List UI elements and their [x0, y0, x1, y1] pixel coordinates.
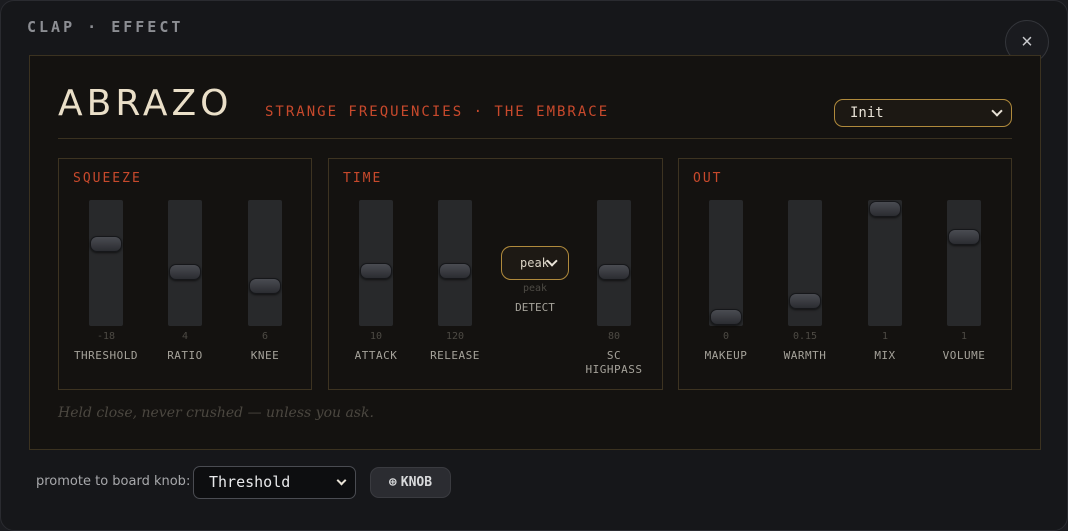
fader-value: 4 [181, 331, 189, 342]
fader-track[interactable] [89, 200, 123, 326]
fader-thumb[interactable] [598, 263, 630, 280]
promote-label: promote to board knob: [36, 474, 191, 489]
add-circle-icon: ⊕ [388, 475, 397, 490]
fader-release: 120 RELEASE [415, 200, 495, 390]
fader-mix: 1 MIX [845, 200, 925, 390]
fader-thumb[interactable] [169, 263, 201, 280]
header-divider [58, 138, 1012, 139]
plugin-window: CLAP · EFFECT × ABRAZO STRANGE FREQUENCI… [0, 0, 1068, 531]
preset-select[interactable]: Init [834, 99, 1012, 127]
promote-knob-button[interactable]: ⊕ KNOB [370, 467, 451, 498]
plugin-panel: ABRAZO STRANGE FREQUENCIES · THE EMBRACE… [29, 55, 1041, 450]
fader-makeup: 0 MAKEUP [686, 200, 766, 390]
fader-value: 6 [261, 331, 269, 342]
fader-threshold: -18 THRESHOLD [66, 200, 146, 390]
promote-select-value: Threshold [209, 473, 291, 491]
fader-label: WARMTH [783, 349, 827, 362]
fader-knee: 6 KNEE [225, 200, 305, 390]
fader-track[interactable] [868, 200, 902, 326]
detect-select[interactable]: peak [501, 246, 569, 280]
fader-value: 1 [881, 331, 889, 342]
fader-sc-highpass: 80 SC HIGHPASS [574, 200, 654, 390]
fader-label: THRESHOLD [73, 349, 139, 362]
fader-thumb[interactable] [249, 277, 281, 294]
fader-label: RELEASE [430, 349, 480, 362]
section-out: OUT 0 MAKEUP 0.15 WARMTH 1 MIX 1 VOLUME [678, 158, 1012, 390]
fader-label: MAKEUP [704, 349, 748, 362]
fader-value: 1 [960, 331, 968, 342]
fader-label: SC HIGHPASS [585, 349, 643, 376]
plugin-tagline: Held close, never crushed — unless you a… [58, 405, 374, 421]
fader-attack: 10 ATTACK [336, 200, 416, 390]
fader-ratio: 4 RATIO [145, 200, 225, 390]
window-title: CLAP · EFFECT [27, 18, 184, 36]
fader-thumb[interactable] [360, 262, 392, 279]
fader-volume: 1 VOLUME [924, 200, 1004, 390]
fader-value: 120 [445, 331, 465, 342]
fader-label: KNEE [250, 349, 280, 362]
knob-button-label: KNOB [400, 475, 433, 490]
fader-value: 0 [722, 331, 730, 342]
fader-track[interactable] [248, 200, 282, 326]
fader-warmth: 0.15 WARMTH [765, 200, 845, 390]
fader-value: 10 [369, 331, 383, 342]
preset-value: Init [850, 105, 884, 121]
fader-value: 0.15 [792, 331, 818, 342]
chevron-down-icon [991, 105, 1003, 117]
detect-select-value: peak [520, 256, 549, 270]
fader-thumb[interactable] [789, 292, 821, 309]
fader-thumb[interactable] [948, 229, 980, 246]
close-icon: × [1021, 30, 1033, 53]
fader-thumb[interactable] [90, 235, 122, 252]
fader-thumb[interactable] [439, 262, 471, 279]
detect-label: DETECT [515, 301, 555, 314]
fader-label: MIX [874, 349, 896, 362]
fader-label: ATTACK [354, 349, 398, 362]
promote-param-select[interactable]: Threshold [193, 466, 356, 499]
fader-label: RATIO [167, 349, 203, 362]
plugin-subtitle: STRANGE FREQUENCIES · THE EMBRACE [265, 104, 610, 120]
fader-track[interactable] [709, 200, 743, 326]
fader-thumb[interactable] [869, 201, 901, 217]
detect-value: peak [522, 283, 548, 294]
chevron-down-icon [336, 475, 347, 486]
fader-track[interactable] [947, 200, 981, 326]
fader-value: -18 [96, 331, 116, 342]
fader-value: 80 [607, 331, 621, 342]
section-squeeze: SQUEEZE -18 THRESHOLD 4 RATIO 6 KNEE [58, 158, 312, 390]
fader-thumb[interactable] [710, 309, 742, 325]
section-title: TIME [343, 171, 383, 186]
section-title: SQUEEZE [73, 171, 142, 186]
fader-label: VOLUME [942, 349, 986, 362]
section-title: OUT [693, 171, 723, 186]
section-time: TIME 10 ATTACK 120 RELEASE peak peak DET… [328, 158, 663, 390]
plugin-name: ABRAZO [58, 83, 233, 124]
